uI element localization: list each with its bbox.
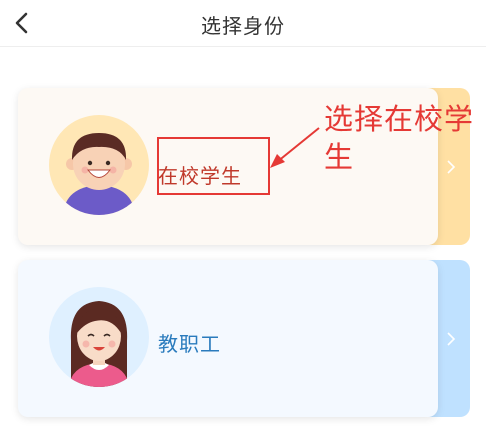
student-label[interactable]: 在校学生 xyxy=(158,160,242,189)
staff-option[interactable] xyxy=(18,260,470,417)
chevron-right-icon xyxy=(447,331,456,346)
annotation-text: 选择在校学生 xyxy=(324,102,475,174)
girl-avatar-icon xyxy=(49,287,149,387)
boy-avatar-icon xyxy=(49,115,149,215)
staff-card[interactable] xyxy=(18,260,438,417)
header-bar: 选择身份 xyxy=(0,0,486,47)
annotation-arrow-icon xyxy=(270,127,320,168)
page-title: 选择身份 xyxy=(201,14,285,38)
staff-label[interactable]: 教职工 xyxy=(158,328,221,357)
